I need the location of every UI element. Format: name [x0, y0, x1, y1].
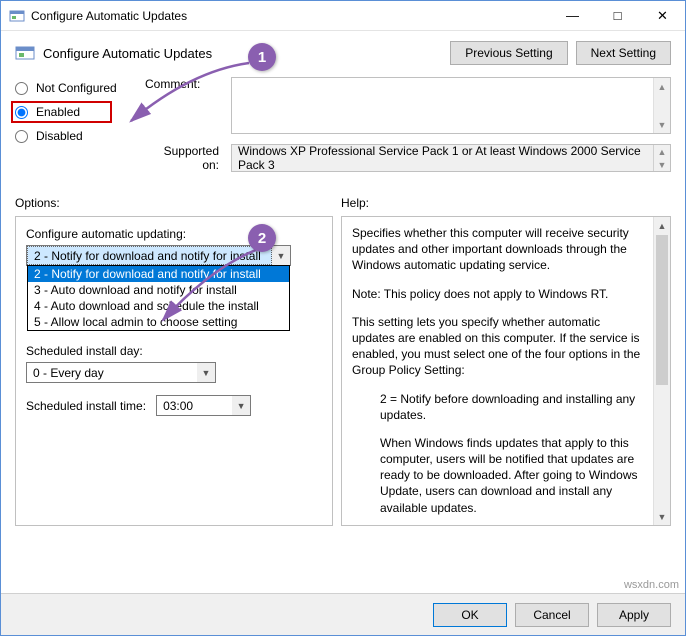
scheduled-time-combo[interactable]: 03:00 ▼ — [156, 395, 251, 416]
policy-icon — [15, 43, 35, 63]
chevron-down-icon: ▼ — [232, 401, 250, 411]
help-scrollbar[interactable]: ▲ ▼ — [653, 217, 670, 525]
help-panel: Specifies whether this computer will rec… — [341, 216, 671, 526]
chevron-down-icon: ▼ — [272, 251, 290, 261]
page-title: Configure Automatic Updates — [43, 46, 442, 61]
scheduled-time-label: Scheduled install time: — [26, 399, 146, 413]
annotation-badge-1: 1 — [248, 43, 276, 71]
options-label: Options: — [15, 196, 341, 210]
scheduled-day-label: Scheduled install day: — [26, 344, 322, 358]
bottom-bar: OK Cancel Apply — [1, 593, 685, 635]
ok-button[interactable]: OK — [433, 603, 507, 627]
chevron-down-icon: ▼ — [197, 368, 215, 378]
help-text: Specifies whether this computer will rec… — [352, 225, 664, 526]
comment-scrollbar[interactable]: ▲ ▼ — [653, 78, 670, 133]
window-icon — [9, 8, 25, 24]
annotation-arrow-2 — [151, 248, 261, 328]
annotation-arrow-1 — [121, 61, 256, 131]
help-label: Help: — [341, 196, 369, 210]
radio-enabled[interactable]: Enabled — [11, 101, 112, 123]
titlebar: Configure Automatic Updates — □ ✕ — [1, 1, 685, 31]
supported-on-label: Supported on: — [145, 144, 225, 172]
window-title: Configure Automatic Updates — [31, 9, 550, 23]
next-setting-button[interactable]: Next Setting — [576, 41, 671, 65]
previous-setting-button[interactable]: Previous Setting — [450, 41, 567, 65]
comment-textarea[interactable] — [232, 78, 670, 130]
configure-updating-label: Configure automatic updating: — [26, 227, 322, 241]
minimize-button[interactable]: — — [550, 1, 595, 30]
annotation-badge-2: 2 — [248, 224, 276, 252]
close-button[interactable]: ✕ — [640, 1, 685, 30]
watermark: wsxdn.com — [624, 579, 679, 591]
supported-scrollbar[interactable]: ▲ ▼ — [653, 145, 670, 171]
apply-button[interactable]: Apply — [597, 603, 671, 627]
radio-disabled[interactable]: Disabled — [15, 129, 145, 143]
supported-on-field: Windows XP Professional Service Pack 1 o… — [231, 144, 671, 172]
scheduled-day-combo[interactable]: 0 - Every day ▼ — [26, 362, 216, 383]
cancel-button[interactable]: Cancel — [515, 603, 589, 627]
maximize-button[interactable]: □ — [595, 1, 640, 30]
